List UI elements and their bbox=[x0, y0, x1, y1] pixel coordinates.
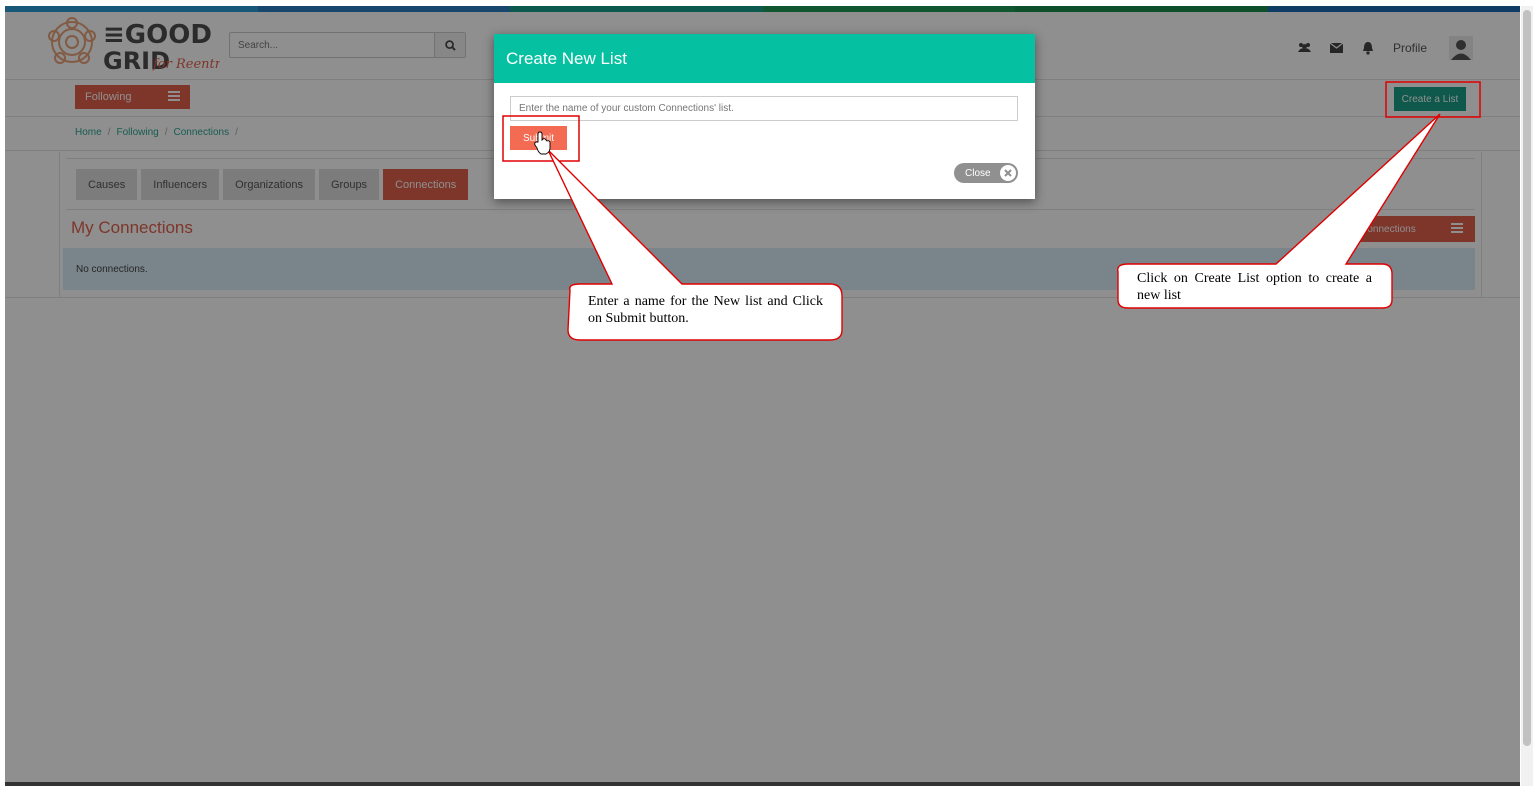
scrollbar-thumb[interactable] bbox=[1523, 10, 1531, 746]
submit-callout-text: Enter a name for the New list and Click … bbox=[588, 294, 823, 326]
close-label: Close bbox=[965, 167, 991, 179]
create-callout-text: Click on Create List option to create a … bbox=[1137, 271, 1372, 303]
list-name-input[interactable] bbox=[510, 96, 1018, 121]
modal-title: Create New List bbox=[494, 34, 1035, 83]
close-icon bbox=[1000, 165, 1016, 181]
create-list-modal: Create New List Submit Close bbox=[494, 34, 1035, 199]
close-button[interactable]: Close bbox=[954, 163, 1018, 183]
page-scrollbar[interactable] bbox=[1521, 6, 1533, 786]
submit-button[interactable]: Submit bbox=[510, 126, 567, 150]
bottom-bar bbox=[5, 782, 1520, 786]
